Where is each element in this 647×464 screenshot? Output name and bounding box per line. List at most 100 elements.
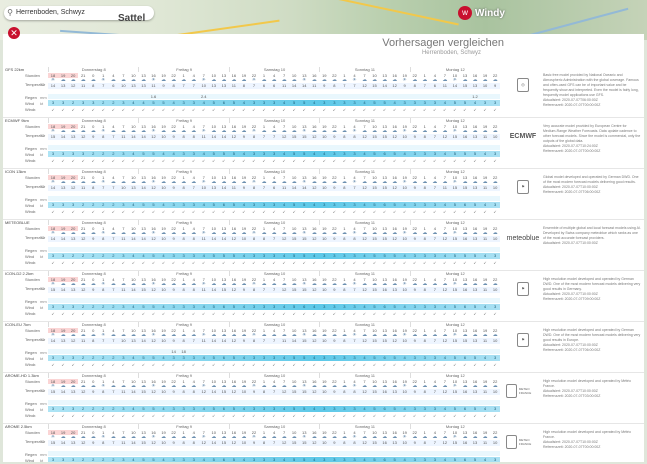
- model-name[interactable]: AROME-HD 1.3km: [5, 373, 39, 378]
- temp-cell: 12: [442, 440, 448, 445]
- temp-cell: 8: [262, 440, 266, 445]
- model-name[interactable]: METEOBLUE: [5, 220, 30, 225]
- wind-cell: 3: [413, 355, 416, 360]
- model-name[interactable]: ICON-D2 2.2km: [5, 271, 33, 276]
- rain-cell: [249, 349, 259, 354]
- temp-cell: 13: [472, 236, 478, 241]
- search-input[interactable]: Herrenboden, Schwyz: [16, 6, 85, 20]
- wind-cell: 3: [423, 151, 426, 156]
- temp-cell: 9: [172, 134, 175, 139]
- wind-dir-icon-cell: ↙: [262, 209, 266, 214]
- temp-cell: 12: [392, 236, 397, 241]
- temp-cell: 7: [192, 83, 195, 88]
- wind-cell: 3: [51, 253, 55, 258]
- temp-cell: 10: [492, 440, 498, 445]
- unit-rain: mm: [40, 350, 47, 355]
- temp-cell: 12: [392, 185, 397, 190]
- wind-cell: 5: [293, 100, 296, 105]
- rain-cell: [269, 400, 279, 405]
- wind-cell: 4: [313, 100, 316, 105]
- wind-dir-icon-cell: ↙: [483, 413, 487, 418]
- wind-cell: 3: [333, 304, 336, 309]
- rain-cell: [68, 145, 78, 150]
- wind-dir-icon-cell: ↙: [493, 362, 497, 367]
- model-name[interactable]: ICON 13km: [5, 169, 26, 174]
- rain-cell: [259, 94, 269, 99]
- wind-dir-icon-cell: ↙: [232, 107, 236, 112]
- windy-brand[interactable]: w Windy: [458, 6, 505, 20]
- wind-cell: 3: [413, 202, 416, 207]
- wind-dir-icon-cell: ↙: [302, 260, 306, 265]
- wind-cell: 5: [142, 202, 145, 207]
- wind-dir-icon-cell: ↙: [141, 413, 146, 418]
- wind-cell: 3: [272, 253, 276, 258]
- wind-dir-icon-cell: ↙: [473, 413, 477, 418]
- rain-cell: 18: [181, 349, 186, 354]
- rain-cell: [299, 451, 309, 456]
- wind-dir-icon-cell: ↙: [322, 362, 326, 367]
- temp-cell: 11: [282, 338, 287, 343]
- model-description: Global model developed and operated by G…: [543, 175, 641, 195]
- rain-cell: [78, 349, 88, 354]
- rain-cell: [460, 94, 470, 99]
- wind-dir-icon-cell: ↙: [392, 362, 397, 367]
- rain-cell: [98, 196, 108, 201]
- rain-cell: [219, 451, 229, 456]
- rain-cell: [229, 349, 239, 354]
- model-name[interactable]: AROME 2.5km: [5, 424, 32, 429]
- unit-temp: °C: [40, 82, 45, 87]
- wind-cell: 3: [252, 406, 256, 411]
- wind-dir-icon-cell: ↙: [332, 362, 337, 367]
- temp-cell: 13: [221, 83, 227, 88]
- wind-dir-icon-cell: ↙: [282, 158, 286, 163]
- wind-cell: 4: [313, 406, 316, 411]
- wind-dir-icon-cell: ↙: [372, 362, 377, 367]
- wind-cell: 3: [343, 406, 346, 411]
- wind: 3333222345544334555433345544333456543334…: [48, 151, 500, 157]
- wind-dir-icon-cell: ↙: [413, 158, 417, 163]
- model-name[interactable]: ICON-EU 7km: [5, 322, 31, 327]
- temp-cell: 14: [211, 134, 216, 139]
- wind-dir-icon-cell: ↙: [91, 362, 95, 367]
- rain-cell: [138, 298, 148, 303]
- temp-cell: 12: [442, 287, 448, 292]
- wind-cell: 3: [272, 202, 276, 207]
- wind-dir-icon-cell: ↙: [91, 260, 95, 265]
- wind-cell: 3: [262, 406, 266, 411]
- model-name[interactable]: GFS 22km: [5, 67, 24, 72]
- wind-cell: 4: [483, 253, 487, 258]
- temp-cell: 12: [362, 287, 367, 292]
- wind-cell: 3: [72, 151, 75, 156]
- temp-cell: 12: [151, 236, 156, 241]
- wind-dir-icon-cell: ↙: [332, 158, 337, 163]
- close-button[interactable]: ✕: [8, 27, 20, 39]
- wind-dir-icon-cell: ↙: [212, 362, 216, 367]
- rain-cell: [390, 145, 400, 150]
- model-name[interactable]: ECMWF 9km: [5, 118, 29, 123]
- rain-cell: [319, 298, 329, 303]
- wind-cell: 3: [343, 457, 346, 462]
- day-label: Freitag 9: [138, 424, 228, 429]
- rain-cell: [48, 196, 58, 201]
- temp-cell: 12: [231, 389, 237, 394]
- temp-cell: 15: [141, 389, 146, 394]
- wind-dir-icon-cell: ↙: [151, 158, 156, 163]
- rain-cell: [410, 247, 420, 252]
- rain-cell: [249, 145, 259, 150]
- temp-cell: 8: [192, 287, 195, 292]
- rain-cell: [239, 349, 249, 354]
- rain-cell: [68, 247, 78, 252]
- rain-cell: [239, 451, 249, 456]
- unit-rain: mm: [40, 197, 47, 202]
- wind-dir-icon-cell: ↙: [121, 107, 126, 112]
- wind-dir-icon-cell: ↙: [372, 158, 377, 163]
- wind-cell: 6: [222, 100, 225, 105]
- rain-cell: [339, 94, 349, 99]
- wind-dir-icon-cell: ↙: [392, 107, 397, 112]
- wind-dir-icon-cell: ↙: [151, 311, 156, 316]
- model-updated: Aktualisiert: 2020-07-07T10:00:00Z: [543, 241, 598, 245]
- wind-cell: 4: [242, 355, 246, 360]
- wind-dir-icon-cell: ↙: [402, 158, 407, 163]
- rain-cell: [58, 451, 68, 456]
- wind-dir-icon-cell: ↙: [121, 260, 126, 265]
